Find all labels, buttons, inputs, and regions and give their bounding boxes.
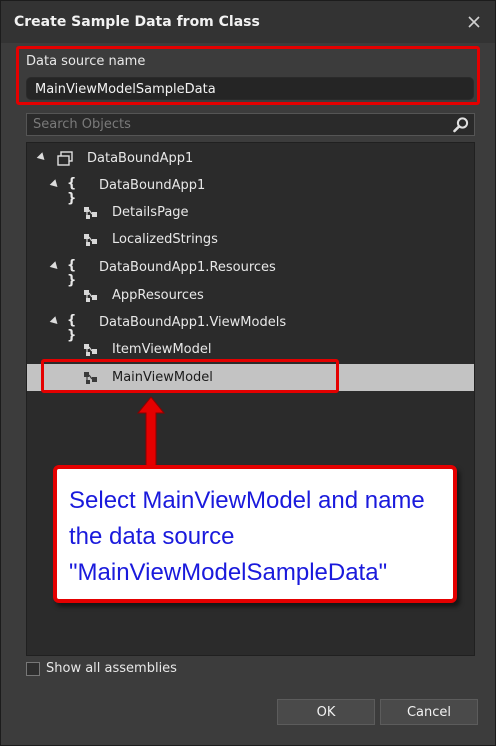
tree-item-label: AppResources — [112, 288, 204, 303]
tree-item-class[interactable]: DetailsPage — [27, 199, 474, 226]
arrow-up-icon — [136, 396, 166, 472]
tree-item-class[interactable]: LocalizedStrings — [27, 226, 474, 253]
tree-item-namespace[interactable]: { } DataBoundApp1.Resources — [27, 254, 474, 288]
expand-arrow-icon[interactable] — [49, 179, 61, 190]
tree-item-namespace[interactable]: { } DataBoundApp1 — [27, 172, 474, 206]
callout-text: Select MainViewModel and name the data s… — [69, 487, 425, 586]
tree-item-label: LocalizedStrings — [112, 232, 218, 247]
expand-arrow-icon[interactable] — [49, 316, 61, 327]
selection-highlight — [41, 359, 339, 393]
search-icon[interactable] — [452, 116, 470, 134]
expand-arrow-icon[interactable] — [49, 261, 61, 272]
title-bar: Create Sample Data from Class — [1, 1, 495, 43]
search-placeholder: Search Objects — [33, 117, 131, 132]
class-icon — [84, 344, 97, 356]
tree-item-namespace[interactable]: { } DataBoundApp1.ViewModels — [27, 309, 474, 343]
tree-item-label: DataBoundApp1 — [99, 178, 206, 193]
tree-item-assembly[interactable]: DataBoundApp1 — [27, 145, 474, 172]
tree-item-label: DataBoundApp1.ViewModels — [99, 315, 287, 330]
data-source-label: Data source name — [26, 54, 146, 69]
namespace-icon: { } — [67, 313, 77, 343]
close-icon[interactable] — [463, 11, 485, 33]
dialog-title: Create Sample Data from Class — [14, 14, 260, 30]
class-icon — [84, 234, 97, 246]
class-icon — [84, 290, 97, 302]
namespace-icon: { } — [67, 176, 77, 206]
cancel-button[interactable]: Cancel — [380, 699, 478, 725]
namespace-icon: { } — [67, 258, 77, 288]
expand-arrow-icon[interactable] — [36, 152, 48, 163]
assembly-icon — [57, 151, 73, 166]
tree-item-label: DataBoundApp1.Resources — [99, 260, 276, 275]
create-sample-data-dialog: Create Sample Data from Class Data sourc… — [0, 0, 496, 746]
data-source-name-input[interactable]: MainViewModelSampleData — [26, 77, 474, 100]
ok-button[interactable]: OK — [277, 699, 375, 725]
class-icon — [84, 207, 97, 219]
search-objects-input[interactable]: Search Objects — [26, 113, 475, 136]
tree-item-label: ItemViewModel — [112, 342, 212, 357]
show-all-assemblies-label: Show all assemblies — [46, 661, 177, 676]
tree-item-label: DetailsPage — [112, 205, 189, 220]
instruction-callout: Select MainViewModel and name the data s… — [53, 465, 457, 603]
show-all-assemblies-checkbox[interactable] — [26, 662, 40, 676]
tree-item-class[interactable]: AppResources — [27, 282, 474, 309]
tree-item-label: DataBoundApp1 — [87, 151, 194, 166]
